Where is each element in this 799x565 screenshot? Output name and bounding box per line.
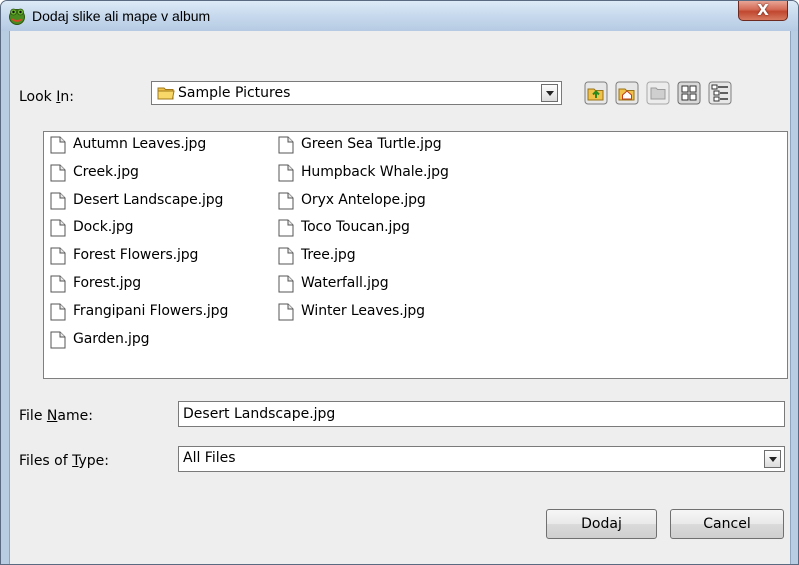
file-name-text: Oryx Antelope.jpg [301,191,426,208]
list-view-icon [677,81,701,105]
file-icon [278,303,294,321]
file-name-label-pre: File [19,408,47,424]
close-button[interactable]: X [738,1,788,21]
close-icon: X [757,1,769,19]
file-icon [278,136,294,154]
file-type-combo[interactable]: All Files [178,446,785,472]
file-icon [50,247,66,265]
file-name-text: Forest Flowers.jpg [73,247,199,264]
look-in-dropdown-arrow[interactable] [541,84,558,102]
file-name-input[interactable]: Desert Landscape.jpg [178,401,785,427]
new-folder-icon [646,81,670,105]
file-name-text: Tree.jpg [301,247,356,264]
file-icon [278,219,294,237]
file-name-label-mnemonic: N [46,408,58,424]
file-name-text: Dock.jpg [73,219,134,236]
file-icon [278,275,294,293]
file-type-value: All Files [183,450,236,466]
file-name-text: Green Sea Turtle.jpg [301,136,442,152]
file-name-text: Autumn Leaves.jpg [73,136,207,152]
title-bar: Dodaj slike ali mape v album X [1,1,798,31]
cancel-button[interactable]: Cancel [670,509,784,539]
file-icon [278,247,294,265]
window-title: Dodaj slike ali mape v album [32,8,211,24]
up-folder-button[interactable] [584,81,608,105]
cancel-button-label: Cancel [703,516,751,532]
folder-icon [157,87,175,100]
add-button-label: Dodaj [581,516,622,532]
look-in-combo[interactable]: Sample Pictures [151,81,562,105]
home-icon [615,81,639,105]
file-icon [50,303,66,321]
file-name-text: Creek.jpg [73,163,139,180]
up-folder-icon [584,81,608,105]
file-name-text: Frangipani Flowers.jpg [73,302,229,319]
file-type-label: Files of Type: [19,453,109,469]
add-button[interactable]: Dodaj [546,509,657,539]
look-in-label-post: n: [60,89,74,105]
file-icon [50,136,66,154]
look-in-label-pre: Look [19,89,57,105]
new-folder-button [646,81,670,105]
file-name-text: Desert Landscape.jpg [73,191,224,208]
file-name-text: Waterfall.jpg [301,275,389,291]
home-button[interactable] [615,81,639,105]
look-in-label: Look In: [19,89,74,105]
dialog-body: Look In: Sample Pictures Autumn Leaves.j… [9,31,791,564]
list-view-button[interactable] [677,81,701,105]
file-type-label-pre: Files of [19,453,73,469]
dialog-window: Dodaj slike ali mape v album X Look In: … [0,0,799,565]
file-name-value: Desert Landscape.jpg [183,406,336,422]
file-name-label: File Name: [19,408,93,424]
file-icon [278,164,294,182]
file-icon [50,192,66,210]
file-name-text: Winter Leaves.jpg [301,302,425,319]
look-in-value: Sample Pictures [178,85,291,101]
file-list[interactable]: Autumn Leaves.jpg Creek.jpg Desert Landsca… [43,131,788,379]
details-view-icon [708,81,732,105]
file-icon [50,275,66,293]
file-name-label-post: ame: [57,408,93,424]
file-type-dropdown-arrow[interactable] [764,450,781,468]
file-icon [50,331,66,349]
file-icon [278,192,294,210]
file-name-text: Garden.jpg [73,330,150,347]
file-icon [50,219,66,237]
file-name-text: Forest.jpg [73,275,142,291]
file-type-label-post: ype: [78,453,110,469]
app-frog-icon [9,8,25,25]
file-icon [50,164,66,182]
file-name-text: Toco Toucan.jpg [301,219,410,236]
details-view-button[interactable] [708,81,732,105]
file-name-text: Humpback Whale.jpg [301,163,449,180]
